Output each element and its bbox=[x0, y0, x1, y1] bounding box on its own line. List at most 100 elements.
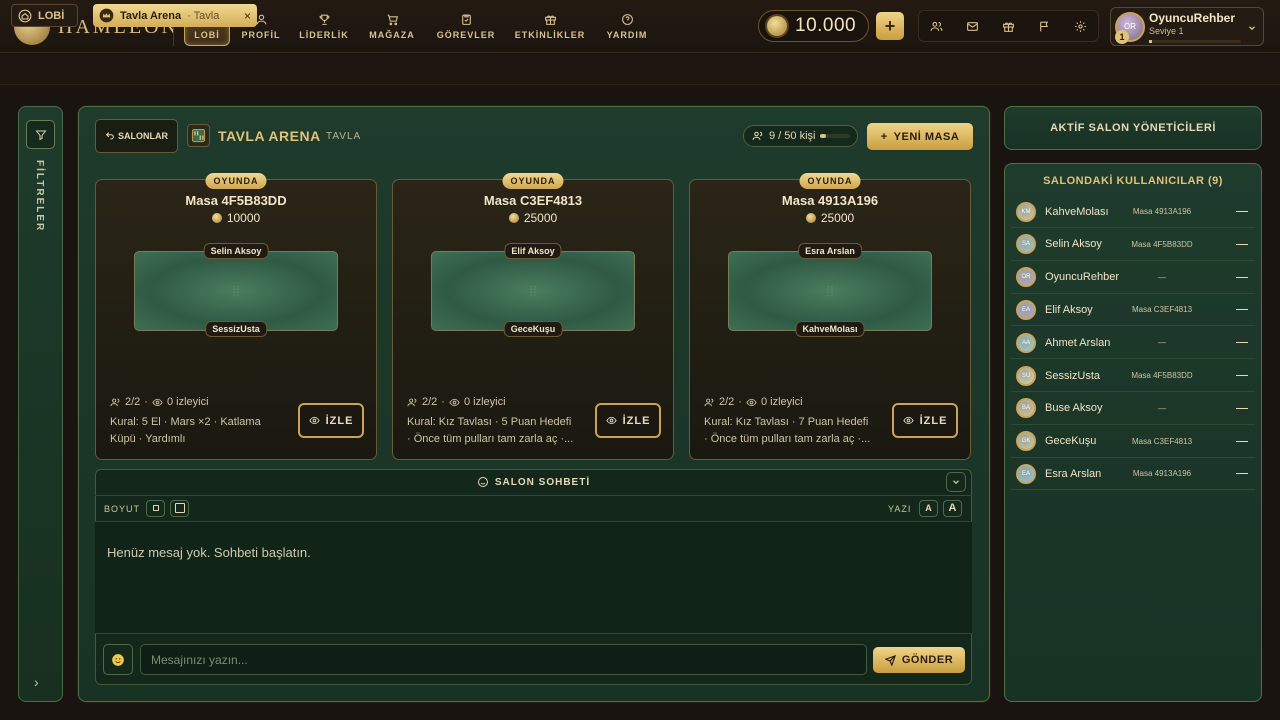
room-user-row[interactable]: GK GeceKuşu Masa C3EF4813 bbox=[1011, 426, 1255, 458]
gift-icon[interactable] bbox=[1002, 20, 1015, 33]
arena-title: TAVLA ARENA bbox=[218, 128, 321, 144]
table-stake: 10000 bbox=[96, 211, 376, 225]
capacity-indicator: 9 / 50 kişi bbox=[743, 125, 858, 147]
player-top: Esra Arslan bbox=[798, 243, 862, 259]
small-square-icon bbox=[152, 505, 159, 511]
player-bottom: SessizUsta bbox=[205, 321, 267, 337]
nav-label: MAĞAZA bbox=[369, 30, 415, 40]
back-to-salons-button[interactable]: SALONLAR bbox=[95, 119, 178, 153]
user-action-icon[interactable] bbox=[1236, 276, 1248, 278]
font-smaller-button[interactable]: A bbox=[919, 500, 938, 517]
coin-balance: 10.000 bbox=[758, 10, 869, 42]
filter-button[interactable] bbox=[26, 120, 55, 149]
chat-header: SALON SOHBETİ bbox=[95, 469, 972, 496]
table-card: OYUNDA Masa 4913A196 25000 ⁞⁞ Esra Arsla… bbox=[689, 173, 971, 460]
watch-button[interactable]: İZLE bbox=[595, 403, 661, 438]
room-users-title: SALONDAKİ KULLANICILAR (9) bbox=[1043, 175, 1223, 187]
user-action-icon[interactable] bbox=[1236, 309, 1248, 311]
size-large-button[interactable] bbox=[170, 500, 189, 517]
coin-icon bbox=[767, 16, 787, 36]
font-larger-button[interactable]: A bbox=[943, 500, 962, 517]
room-user-table: — bbox=[1158, 272, 1166, 282]
room-user-row[interactable]: SU SessizUsta Masa 4F5B83DD bbox=[1011, 360, 1255, 392]
room-user-name: Buse Aksoy bbox=[1045, 402, 1103, 415]
tab-subtitle: · Tavla bbox=[187, 9, 220, 22]
room-user-row[interactable]: EA Elif Aksoy Masa C3EF4813 bbox=[1011, 294, 1255, 327]
watch-label: İZLE bbox=[919, 414, 948, 427]
filter-icon bbox=[34, 130, 47, 140]
player-bottom: GeceKuşu bbox=[503, 321, 563, 337]
room-user-table: Masa 4F5B83DD bbox=[1131, 371, 1193, 380]
size-small-button[interactable] bbox=[146, 500, 165, 517]
stake-amount: 25000 bbox=[820, 211, 855, 225]
user-action-icon[interactable] bbox=[1236, 407, 1248, 409]
trophy-icon bbox=[319, 14, 329, 25]
room-user-row[interactable]: EA Esra Arslan Masa 4913A196 bbox=[1011, 458, 1255, 491]
settings-icon[interactable] bbox=[1074, 20, 1087, 33]
expand-filters-icon[interactable]: › bbox=[34, 674, 39, 690]
player-top: Elif Aksoy bbox=[504, 243, 562, 259]
friends-icon[interactable] bbox=[930, 20, 943, 33]
nav-label: ETKİNLİKLER bbox=[514, 30, 586, 40]
user-action-icon[interactable] bbox=[1236, 342, 1248, 344]
moderators-title: AKTİF SALON YÖNETİCİLERİ bbox=[1050, 122, 1216, 134]
spectator-count: 0 izleyici bbox=[463, 396, 506, 408]
new-table-label: YENİ MASA bbox=[893, 130, 960, 143]
send-label: GÖNDER bbox=[901, 654, 954, 666]
add-coins-button[interactable]: + bbox=[876, 12, 904, 40]
flag-icon[interactable] bbox=[1038, 20, 1051, 33]
user-action-icon[interactable] bbox=[1236, 211, 1248, 212]
room-user-row[interactable]: SA Selin Aksoy Masa 4F5B83DD bbox=[1011, 229, 1255, 261]
watch-label: İZLE bbox=[325, 414, 354, 427]
watch-button[interactable]: İZLE bbox=[298, 403, 364, 438]
watch-button[interactable]: İZLE bbox=[892, 403, 958, 438]
active-moderators-panel: AKTİF SALON YÖNETİCİLERİ bbox=[1004, 106, 1262, 150]
mail-icon[interactable] bbox=[966, 20, 979, 33]
room-user-row[interactable]: BA Buse Aksoy — bbox=[1011, 393, 1255, 425]
emoji-button[interactable] bbox=[103, 644, 133, 675]
nav-quests[interactable]: GÖREVLER bbox=[434, 7, 498, 46]
send-icon bbox=[884, 654, 896, 666]
room-user-table: — bbox=[1158, 403, 1166, 413]
coin-icon bbox=[211, 213, 222, 223]
nav-events[interactable]: ETKİNLİKLER bbox=[512, 7, 588, 46]
user-action-icon[interactable] bbox=[1236, 440, 1248, 442]
nav-help[interactable]: YARDIM bbox=[600, 7, 654, 46]
room-user-row[interactable]: OR OyuncuRehber — bbox=[1011, 262, 1255, 294]
users-icon bbox=[407, 398, 417, 406]
room-user-table: Masa C3EF4813 bbox=[1131, 305, 1193, 315]
close-tab-icon[interactable]: × bbox=[244, 9, 251, 23]
collapse-chat-button[interactable] bbox=[946, 472, 966, 492]
user-action-icon[interactable] bbox=[1236, 473, 1248, 475]
crown-icon bbox=[99, 8, 114, 23]
table-rules: Kural: Kız Tavlası · 7 Puan Hedefi · Önc… bbox=[704, 416, 871, 445]
table-name: Masa 4F5B83DD bbox=[185, 193, 287, 208]
nav-store[interactable]: MAĞAZA bbox=[364, 7, 420, 46]
nav-leaderboard[interactable]: LİDERLİK bbox=[296, 7, 352, 46]
avatar: BA bbox=[1016, 398, 1036, 419]
breadcrumb-lobby[interactable]: LOBİ bbox=[11, 4, 78, 27]
new-table-button[interactable]: + YENİ MASA bbox=[867, 123, 973, 150]
user-menu[interactable]: OR 1 OyuncuRehber Seviye 1 bbox=[1110, 7, 1264, 46]
emoji-icon bbox=[112, 653, 124, 666]
breadcrumb bbox=[0, 54, 1280, 85]
room-user-table: Masa C3EF4813 bbox=[1131, 436, 1193, 446]
cart-icon bbox=[387, 14, 398, 26]
users-icon bbox=[704, 398, 714, 406]
status-badge: OYUNDA bbox=[799, 173, 861, 189]
game-board: ⁞⁞ bbox=[134, 251, 338, 331]
user-action-icon[interactable] bbox=[1236, 243, 1248, 245]
tab-tavla-arena[interactable]: Tavla Arena · Tavla × bbox=[93, 4, 257, 27]
user-action-icon[interactable] bbox=[1236, 375, 1248, 376]
message-input[interactable] bbox=[140, 644, 867, 675]
status-badge: OYUNDA bbox=[502, 173, 564, 189]
room-user-row[interactable]: KM KahveMolası Masa 4913A196 bbox=[1011, 196, 1255, 228]
user-level: Seviye 1 bbox=[1149, 26, 1184, 36]
room-user-row[interactable]: AA Ahmet Arslan — bbox=[1011, 327, 1255, 360]
xp-bar bbox=[1149, 40, 1241, 43]
send-button[interactable]: GÖNDER bbox=[873, 647, 965, 673]
player-bottom: KahveMolası bbox=[795, 321, 865, 337]
room-user-table: Masa 4F5B83DD bbox=[1131, 239, 1193, 249]
board-icon: ⁞⁞ bbox=[826, 283, 834, 299]
xp-bar-fill bbox=[1149, 40, 1152, 43]
